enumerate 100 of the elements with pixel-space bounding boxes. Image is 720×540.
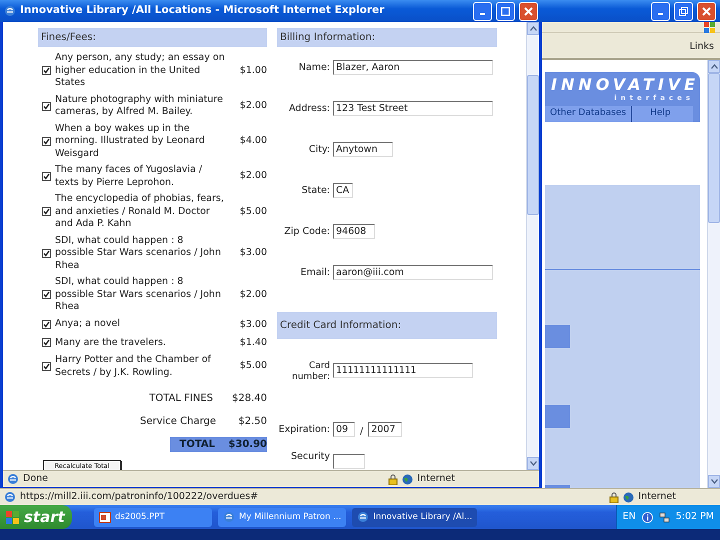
close-button[interactable] — [697, 2, 716, 20]
text-field[interactable]: aaron@iii.com — [333, 265, 493, 280]
section-heading: Fines/Fees: — [38, 28, 267, 47]
checkbox[interactable] — [42, 207, 51, 216]
item-title: Anya; a novel — [55, 318, 121, 331]
status-text: Done — [23, 472, 48, 486]
item-title: The encyclopedia of phobias, fears, and anxieties / Ronald M. Doctor and Ada P. Kahn — [55, 193, 225, 230]
field-label: City: — [308, 143, 331, 155]
taskbar-button[interactable]: My Millennium Patron ... — [218, 508, 346, 526]
field-label: Name: — [298, 61, 331, 73]
page-icon — [7, 473, 19, 485]
item-title: Harry Potter and the Chamber of Secrets / by J.K. Rowling. — [55, 354, 212, 379]
scroll-thumb[interactable] — [708, 73, 720, 223]
restore-icon — [679, 6, 688, 16]
fine-amount: $2.00 — [238, 169, 267, 184]
lock-icon — [388, 474, 398, 484]
checkbox[interactable] — [42, 362, 51, 371]
status-zone: Internet — [638, 490, 676, 504]
section-heading: Billing Information: — [277, 28, 497, 47]
scroll-up-button[interactable] — [527, 22, 539, 35]
fine-amount: $3.00 — [238, 246, 267, 260]
item-title: Many are the travelers. — [55, 336, 167, 350]
text-field[interactable]: CA — [333, 183, 353, 198]
taskbar-button[interactable]: Innovative Library /Al... — [352, 508, 478, 526]
globe-icon — [623, 492, 634, 502]
scrollbar[interactable] — [526, 22, 539, 470]
close-icon — [702, 6, 711, 16]
maximize-icon — [501, 6, 510, 16]
field-label: Zip Code: — [283, 225, 331, 237]
text-field[interactable]: Blazer, Aaron — [333, 60, 493, 75]
nav-link[interactable]: Other Databases — [545, 106, 632, 122]
text-field[interactable] — [333, 454, 365, 469]
total-label: TOTAL — [178, 438, 216, 452]
clock: 5:02 PM — [676, 510, 714, 524]
item-title: Any person, any study; an essay on higher education in the United States — [55, 52, 225, 90]
maximize-button[interactable] — [496, 2, 515, 20]
checkbox[interactable] — [42, 102, 51, 110]
item-title: SDI, what could happen : 8 possible Star Wars scenarios / John Rhea — [55, 234, 222, 272]
status-zone: Internet — [417, 472, 455, 486]
scrollbar[interactable] — [707, 60, 720, 488]
slides-icon — [99, 512, 111, 522]
year-field[interactable]: 2007 — [368, 422, 402, 437]
item-title: SDI, what could happen : 8 possible Star Wars scenarios / John Rhea — [55, 276, 222, 314]
total-label: Service Charge — [140, 415, 218, 429]
restore-button[interactable] — [674, 2, 693, 20]
fine-amount: $5.00 — [238, 359, 267, 374]
network-icon[interactable] — [658, 512, 670, 522]
fine-amount: $1.40 — [238, 336, 267, 350]
checkbox[interactable] — [42, 320, 51, 330]
total-amount: $2.50 — [237, 415, 267, 429]
info-icon[interactable] — [642, 512, 653, 522]
browser-icon — [357, 511, 370, 523]
date-separator: / — [359, 425, 364, 439]
field-label: Email: — [299, 266, 331, 278]
scroll-thumb[interactable] — [527, 75, 539, 215]
logo-title: INNOVATIVE — [551, 76, 694, 94]
checkbox[interactable] — [42, 66, 51, 76]
fine-amount: $4.00 — [238, 134, 267, 148]
section-heading: Credit Card Information: — [277, 312, 497, 339]
table-bar — [545, 485, 570, 488]
links-label[interactable]: Links — [690, 40, 714, 54]
nav-link[interactable]: Help — [631, 106, 676, 122]
scroll-down-button[interactable] — [527, 457, 539, 470]
checkbox[interactable] — [42, 338, 51, 348]
checkbox[interactable] — [42, 172, 51, 181]
close-button[interactable] — [519, 2, 538, 20]
status-url: https://mill2.iii.com/patroninfo/100222/overdues# — [20, 490, 258, 504]
item-title: Nature photography with miniature cameras, by Alfred M. Bailey. — [55, 94, 224, 118]
total-amount: $30.90 — [227, 438, 267, 452]
fine-amount: $3.00 — [238, 318, 267, 332]
table-bar — [545, 405, 570, 428]
fine-amount: $2.00 — [238, 98, 267, 113]
item-title: The many faces of Yugoslavia / texts by Pierre Leprohon. — [55, 164, 204, 189]
minimize-button[interactable] — [473, 2, 492, 20]
text-field[interactable]: Anytown — [333, 142, 393, 157]
scroll-up-button[interactable] — [708, 60, 720, 73]
checkbox[interactable] — [42, 290, 51, 300]
text-field[interactable]: 94608 — [333, 224, 375, 239]
checkbox[interactable] — [42, 136, 51, 146]
browser-icon — [223, 511, 235, 523]
taskbar-button[interactable]: ds2005.PPT — [94, 508, 212, 526]
fine-amount: $1.00 — [238, 64, 267, 78]
checkbox[interactable] — [42, 248, 51, 258]
total-amount: $28.40 — [231, 392, 267, 406]
fine-amount: $5.00 — [238, 204, 267, 219]
field-label: Address: — [288, 102, 331, 114]
fine-amount: $2.00 — [238, 288, 267, 302]
field-label: Expiration: — [278, 423, 331, 435]
field-label: Security — [290, 451, 331, 462]
scroll-down-button[interactable] — [708, 475, 720, 488]
total-label: TOTAL FINES — [148, 392, 214, 406]
start-button[interactable]: start — [0, 505, 72, 529]
month-field[interactable]: 09 — [333, 422, 355, 437]
page-icon — [4, 491, 16, 503]
browser-icon — [4, 5, 16, 17]
table-bar — [545, 325, 570, 348]
globe-icon — [402, 474, 414, 484]
text-field[interactable]: 11111111111111 — [333, 363, 473, 378]
minimize-button[interactable] — [651, 2, 670, 20]
text-field[interactable]: 123 Test Street — [333, 101, 493, 116]
